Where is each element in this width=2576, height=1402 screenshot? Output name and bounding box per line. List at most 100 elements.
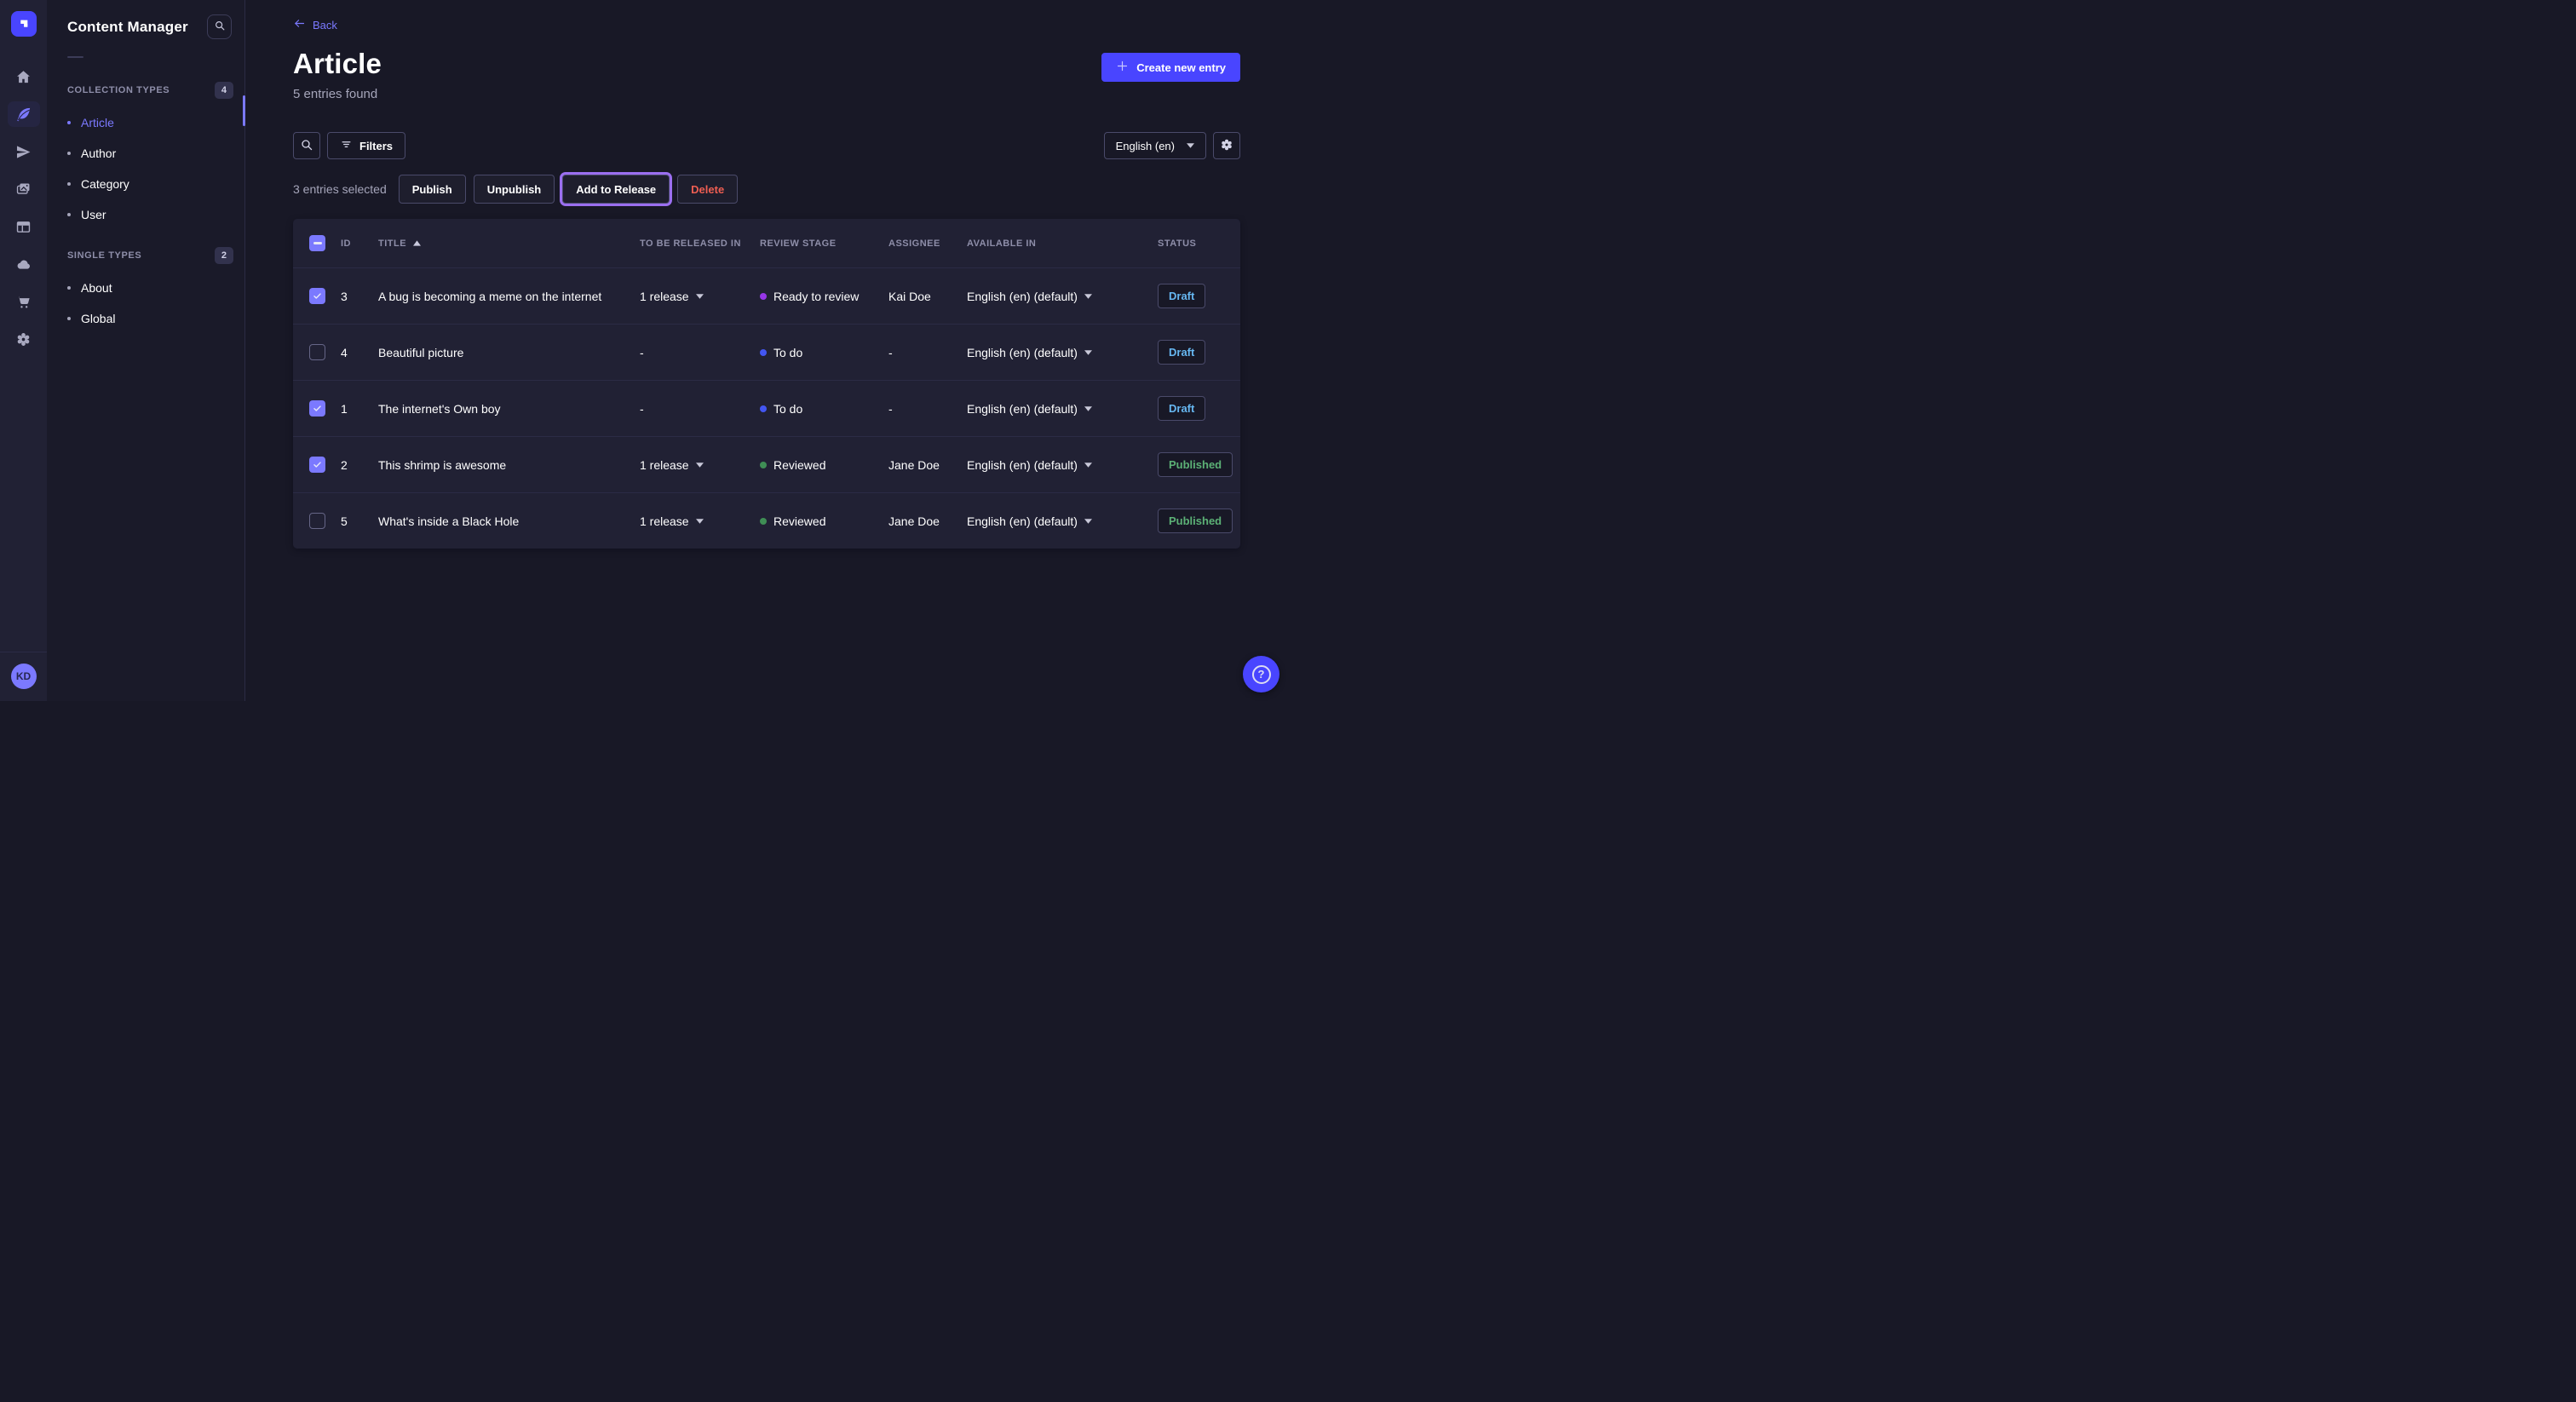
question-icon: ?: [1252, 665, 1271, 684]
add-to-release-button[interactable]: Add to Release: [562, 175, 670, 204]
media-library-icon[interactable]: [8, 176, 40, 202]
select-all-checkbox[interactable]: [309, 235, 325, 251]
chevron-down-icon: [1187, 143, 1194, 148]
column-header-review-stage: REVIEW STAGE: [760, 238, 888, 249]
home-icon[interactable]: [8, 64, 40, 89]
search-icon: [214, 20, 226, 34]
cell-title: What's inside a Black Hole: [378, 514, 640, 528]
cell-assignee: Jane Doe: [888, 514, 967, 528]
chevron-down-icon: [1084, 350, 1092, 355]
table-row[interactable]: 1The internet's Own boy-To do-English (e…: [293, 380, 1240, 436]
filters-button[interactable]: Filters: [327, 132, 405, 159]
avatar[interactable]: KD: [11, 664, 37, 689]
column-header-assignee: ASSIGNEE: [888, 238, 967, 249]
row-checkbox-unchecked[interactable]: [309, 344, 325, 360]
row-checkbox-checked[interactable]: [309, 457, 325, 473]
cell-id: 2: [341, 458, 378, 472]
row-checkbox-checked[interactable]: [309, 288, 325, 304]
settings-gear-icon[interactable]: [8, 326, 40, 352]
publish-button[interactable]: Publish: [399, 175, 466, 204]
sidebar-item-about[interactable]: About: [47, 273, 244, 303]
indeterminate-icon: [313, 242, 322, 244]
cell-status: Published: [1158, 509, 1240, 533]
bullet-icon: [67, 317, 71, 320]
sidebar-item-article[interactable]: Article: [47, 107, 244, 138]
cell-available-in[interactable]: English (en) (default): [967, 514, 1158, 528]
table-row[interactable]: 2This shrimp is awesome1 releaseReviewed…: [293, 436, 1240, 492]
cell-title: The internet's Own boy: [378, 402, 640, 416]
stage-dot-icon: [760, 518, 767, 525]
table-row[interactable]: 3A bug is becoming a meme on the interne…: [293, 267, 1240, 324]
back-link[interactable]: Back: [293, 17, 337, 32]
sidebar-item-label: Category: [81, 177, 129, 191]
cell-title: A bug is becoming a meme on the internet: [378, 290, 640, 303]
cell-status: Published: [1158, 452, 1240, 477]
entries-table: ID TITLE TO BE RELEASED IN REVIEW STAGE …: [293, 219, 1240, 549]
cell-to-be-released-in[interactable]: 1 release: [640, 458, 760, 472]
cell-to-be-released-in: -: [640, 402, 760, 416]
send-icon[interactable]: [8, 139, 40, 164]
cart-icon[interactable]: [8, 289, 40, 314]
help-button[interactable]: ?: [1243, 656, 1279, 692]
cell-select: [293, 457, 341, 473]
row-checkbox-unchecked[interactable]: [309, 513, 325, 529]
cell-status: Draft: [1158, 284, 1240, 308]
sidebar-item-category[interactable]: Category: [47, 169, 244, 199]
cell-assignee: -: [888, 346, 967, 359]
cell-id: 3: [341, 290, 378, 303]
column-header-status: STATUS: [1158, 238, 1240, 249]
cell-assignee: Jane Doe: [888, 458, 967, 472]
column-header-id[interactable]: ID: [341, 238, 378, 249]
bullet-icon: [67, 286, 71, 290]
layout-icon[interactable]: [8, 214, 40, 239]
cell-available-in[interactable]: English (en) (default): [967, 402, 1158, 416]
locale-select[interactable]: English (en): [1104, 132, 1206, 159]
table-header-row: ID TITLE TO BE RELEASED IN REVIEW STAGE …: [293, 219, 1240, 267]
cloud-icon[interactable]: [8, 251, 40, 277]
cell-available-in[interactable]: English (en) (default): [967, 346, 1158, 359]
filter-icon: [340, 138, 353, 153]
cell-available-in[interactable]: English (en) (default): [967, 290, 1158, 303]
table-row[interactable]: 5What's inside a Black Hole1 releaseRevi…: [293, 492, 1240, 549]
sidebar-item-author[interactable]: Author: [47, 138, 244, 169]
chevron-down-icon: [1084, 519, 1092, 524]
cell-status: Draft: [1158, 396, 1240, 421]
cell-review-stage: To do: [760, 402, 888, 416]
row-checkbox-checked[interactable]: [309, 400, 325, 417]
sidebar-item-user[interactable]: User: [47, 199, 244, 230]
content-manager-sidebar: Content Manager COLLECTION TYPES 4 Artic…: [47, 0, 245, 701]
stage-dot-icon: [760, 462, 767, 468]
main-content: Back Article 5 entries found Create new …: [245, 0, 1288, 701]
view-settings-button[interactable]: [1213, 132, 1240, 159]
chevron-down-icon: [1084, 406, 1092, 411]
column-header-title[interactable]: TITLE: [378, 238, 640, 249]
unpublish-button[interactable]: Unpublish: [474, 175, 555, 204]
sidebar-item-label: User: [81, 208, 106, 221]
chevron-down-icon: [1084, 463, 1092, 468]
sidebar-item-global[interactable]: Global: [47, 303, 244, 334]
cell-to-be-released-in[interactable]: 1 release: [640, 290, 760, 303]
status-badge: Draft: [1158, 396, 1205, 421]
create-new-entry-button[interactable]: Create new entry: [1101, 53, 1240, 82]
page-title: Article: [293, 48, 382, 80]
strapi-logo[interactable]: [11, 11, 37, 37]
sidebar-item-label: Article: [81, 116, 114, 129]
table-body: 3A bug is becoming a meme on the interne…: [293, 267, 1240, 549]
sidebar-divider: [67, 56, 83, 58]
plus-icon: [1116, 60, 1129, 75]
sort-ascending-icon: [413, 240, 421, 246]
sidebar-search-button[interactable]: [207, 14, 232, 39]
cell-to-be-released-in: -: [640, 346, 760, 359]
content-manager-icon[interactable]: [8, 101, 40, 127]
strapi-logo-icon: [17, 17, 31, 31]
cell-status: Draft: [1158, 340, 1240, 365]
entries-count-text: 5 entries found: [293, 87, 382, 101]
stage-dot-icon: [760, 293, 767, 300]
list-search-button[interactable]: [293, 132, 320, 159]
cell-available-in[interactable]: English (en) (default): [967, 458, 1158, 472]
delete-button[interactable]: Delete: [677, 175, 738, 204]
bullet-icon: [67, 213, 71, 216]
table-row[interactable]: 4Beautiful picture-To do-English (en) (d…: [293, 324, 1240, 380]
cell-to-be-released-in[interactable]: 1 release: [640, 514, 760, 528]
status-badge: Published: [1158, 509, 1233, 533]
